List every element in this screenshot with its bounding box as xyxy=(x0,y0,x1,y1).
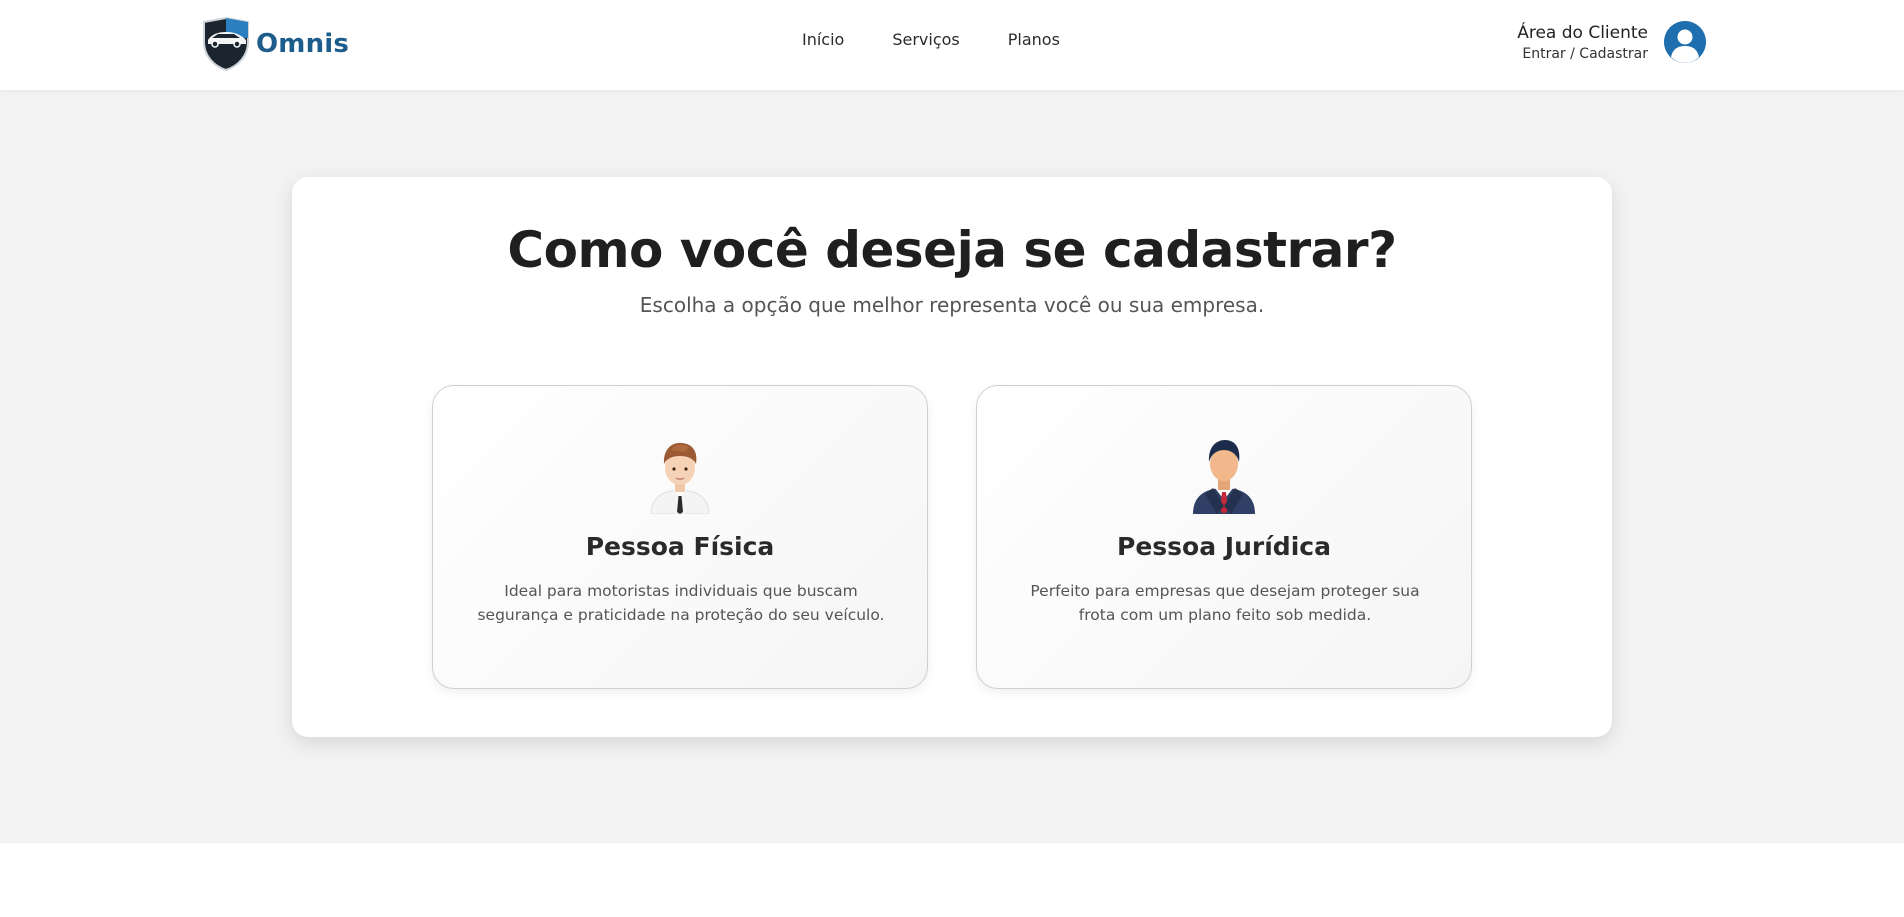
option-description: Perfeito para empresas que desejam prote… xyxy=(1030,582,1420,624)
person-casual-icon xyxy=(650,442,710,514)
logo-text: Omnis xyxy=(256,29,350,59)
user-avatar-icon[interactable] xyxy=(1664,21,1706,63)
top-header: Omnis Início Serviços Planos Área do Cli… xyxy=(0,0,1904,90)
option-pessoa-juridica[interactable]: Pessoa Jurídica Perfeito para empresas q… xyxy=(976,385,1472,689)
nav-inicio[interactable]: Início xyxy=(802,30,844,49)
main-section: Como você deseja se cadastrar? Escolha a… xyxy=(0,90,1904,843)
client-area-link[interactable]: Área do Cliente Entrar / Cadastrar xyxy=(1517,21,1706,63)
option-title: Pessoa Física xyxy=(585,532,775,561)
client-area-title: Área do Cliente xyxy=(1517,22,1648,43)
option-title: Pessoa Jurídica xyxy=(1117,532,1331,561)
main-nav: Início Serviços Planos xyxy=(802,30,1060,49)
page-title: Como você deseja se cadastrar? xyxy=(507,221,1397,279)
client-area-subtitle: Entrar / Cadastrar xyxy=(1522,45,1648,62)
nav-servicos[interactable]: Serviços xyxy=(892,30,959,49)
nav-planos[interactable]: Planos xyxy=(1008,30,1060,49)
businessman-icon xyxy=(1193,440,1255,514)
logo[interactable]: Omnis xyxy=(200,16,349,72)
signup-type-card: Como você deseja se cadastrar? Escolha a… xyxy=(292,177,1612,737)
page-subtitle: Escolha a opção que melhor representa vo… xyxy=(639,293,1265,317)
shield-car-logo-icon xyxy=(203,16,249,72)
footer-band xyxy=(0,843,1904,917)
client-area-text: Área do Cliente Entrar / Cadastrar xyxy=(1517,22,1648,63)
option-pessoa-fisica[interactable]: Pessoa Física Ideal para motoristas indi… xyxy=(432,385,928,689)
option-description: Ideal para motoristas individuais que bu… xyxy=(477,582,885,624)
